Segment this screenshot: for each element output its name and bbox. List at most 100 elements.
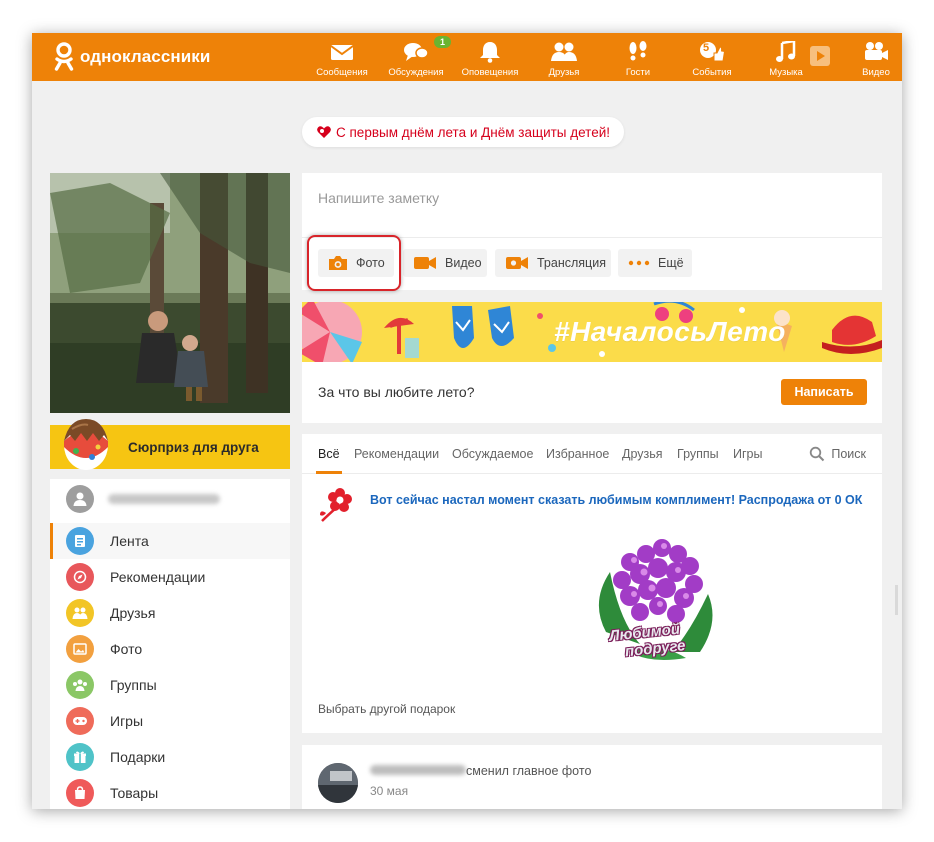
- photo-icon: [66, 635, 94, 663]
- feed-card: Всё Рекомендации Обсуждаемое Избранное Д…: [302, 434, 882, 733]
- nav-label: Обсуждения: [388, 67, 444, 78]
- more-button[interactable]: Ещё: [618, 249, 692, 277]
- holiday-text: С первым днём лета и Днём защиты детей!: [336, 124, 611, 140]
- events-count: 5: [703, 42, 710, 54]
- video-icon: [414, 257, 436, 269]
- chocolate-egg-icon: [64, 419, 108, 470]
- sidebar-item-label: Группы: [110, 677, 157, 693]
- start-broadcast-button[interactable]: Трансляция: [495, 249, 611, 277]
- footprints-icon: [629, 41, 647, 61]
- nav-guests[interactable]: Гости: [606, 33, 670, 81]
- surprise-banner[interactable]: Сюрприз для друга: [50, 419, 290, 470]
- top-bar: одноклассники Сообщения 1 Обсуждения Опо…: [32, 33, 902, 81]
- post-author-name-blurred: [370, 765, 466, 775]
- friends-icon: [66, 599, 94, 627]
- feed-icon: [66, 527, 94, 555]
- feed-tabs: Всё Рекомендации Обсуждаемое Избранное Д…: [302, 434, 882, 474]
- sidebar-item-label: Игры: [110, 713, 144, 729]
- feed-post: сменил главное фото 30 мая: [302, 745, 882, 809]
- summer-hashtag: #НачалосьЛето: [554, 316, 786, 347]
- sidebar-item-recommendations[interactable]: Рекомендации: [50, 559, 290, 595]
- nav-label: Гости: [625, 67, 651, 78]
- games-icon: [66, 707, 94, 735]
- active-tab-indicator: [316, 471, 342, 474]
- sidebar-item-label: Рекомендации: [110, 569, 206, 585]
- post-date: 30 мая: [370, 784, 409, 798]
- tab-groups[interactable]: Группы: [677, 447, 719, 461]
- broadcast-icon: [506, 257, 528, 269]
- note-input[interactable]: Напишите заметку: [318, 190, 439, 206]
- sidebar-profile[interactable]: [50, 479, 290, 519]
- sidebar-item-groups[interactable]: Группы: [50, 667, 290, 703]
- tab-friends[interactable]: Друзья: [622, 447, 663, 461]
- flower-icon: [320, 488, 352, 522]
- discussions-badge: 1: [434, 36, 452, 48]
- nav-events[interactable]: 5 События: [680, 33, 744, 81]
- more-dots-icon: [628, 260, 650, 266]
- photo-button-highlight: [307, 235, 401, 291]
- user-name-blurred: [108, 494, 220, 504]
- summer-question: За что вы любите лето?: [318, 384, 475, 400]
- nav-label: События: [692, 67, 732, 78]
- summer-art[interactable]: #НачалосьЛето: [302, 302, 882, 362]
- sidebar-item-label: Лента: [110, 533, 149, 549]
- profile-photo[interactable]: [50, 173, 290, 413]
- nav-friends[interactable]: Друзья: [532, 33, 596, 81]
- sidebar-item-label: Друзья: [110, 605, 156, 621]
- nav-label: Видео: [862, 67, 890, 78]
- nav-video[interactable]: Видео: [844, 33, 902, 81]
- sidebar-item-label: Фото: [110, 641, 143, 657]
- profile-photo-image: [50, 173, 290, 413]
- author-avatar-image: [318, 763, 358, 803]
- sidebar-item-label: Подарки: [110, 749, 166, 765]
- chat-bubbles-icon: [404, 43, 429, 61]
- sidebar-item-games[interactable]: Игры: [50, 703, 290, 739]
- post-action-text: сменил главное фото: [466, 764, 592, 778]
- tab-recommendations[interactable]: Рекомендации: [354, 447, 439, 461]
- tab-favorites[interactable]: Избранное: [546, 447, 609, 461]
- sidebar-item-feed[interactable]: Лента: [50, 523, 290, 559]
- promo-link[interactable]: Вот сейчас настал момент сказать любимым…: [370, 493, 862, 507]
- search-icon: [810, 446, 825, 462]
- nav-label: Сообщения: [316, 67, 368, 78]
- hearts-icon: [317, 126, 331, 138]
- tab-all[interactable]: Всё: [318, 447, 340, 461]
- user-avatar: [66, 485, 94, 513]
- sidebar-item-photo[interactable]: Фото: [50, 631, 290, 667]
- nav-discussions[interactable]: 1 Обсуждения: [384, 33, 452, 81]
- tab-games[interactable]: Игры: [733, 447, 762, 461]
- sidebar-item-label: Товары: [110, 785, 159, 801]
- music-note-icon: [776, 41, 796, 62]
- note-composer: Напишите заметку Фото Видео Трансляция Е…: [302, 173, 882, 291]
- brand-name: одноклассники: [80, 47, 211, 66]
- holiday-banner[interactable]: С первым днём лета и Днём защиты детей!: [302, 117, 625, 147]
- scrollbar-thumb[interactable]: [895, 585, 898, 615]
- write-button[interactable]: Написать: [781, 379, 867, 405]
- gift-icon: [66, 743, 94, 771]
- add-video-button[interactable]: Видео: [403, 249, 487, 277]
- nav-notifications[interactable]: Оповещения: [458, 33, 522, 81]
- user-icon: [73, 492, 87, 506]
- envelope-icon: [330, 45, 354, 60]
- logo[interactable]: одноклассники: [54, 42, 210, 72]
- nav-label: Друзья: [548, 67, 580, 78]
- groups-icon: [66, 671, 94, 699]
- sidebar-menu: Лента Рекомендации Друзья Фото Группы Иг…: [50, 479, 290, 809]
- button-label: Видео: [445, 256, 482, 270]
- choose-other-gift-link[interactable]: Выбрать другой подарок: [318, 702, 455, 716]
- tab-discussed[interactable]: Обсуждаемое: [452, 447, 533, 461]
- button-label: Трансляция: [537, 256, 606, 270]
- button-label: Ещё: [658, 256, 684, 270]
- bag-icon: [66, 779, 94, 807]
- post-author-avatar[interactable]: [318, 763, 358, 803]
- sidebar-item-friends[interactable]: Друзья: [50, 595, 290, 631]
- browser-frame: одноклассники Сообщения 1 Обсуждения Опо…: [32, 33, 902, 809]
- sidebar-item-gifts[interactable]: Подарки: [50, 739, 290, 775]
- feed-search[interactable]: Поиск: [809, 446, 866, 462]
- nav-messages[interactable]: Сообщения: [310, 33, 374, 81]
- summer-banner: #НачалосьЛето За что вы любите лето? Нап…: [302, 302, 882, 423]
- people-icon: [551, 42, 577, 61]
- compass-icon: [66, 563, 94, 591]
- sidebar-item-goods[interactable]: Товары: [50, 775, 290, 809]
- surprise-label: Сюрприз для друга: [128, 439, 259, 455]
